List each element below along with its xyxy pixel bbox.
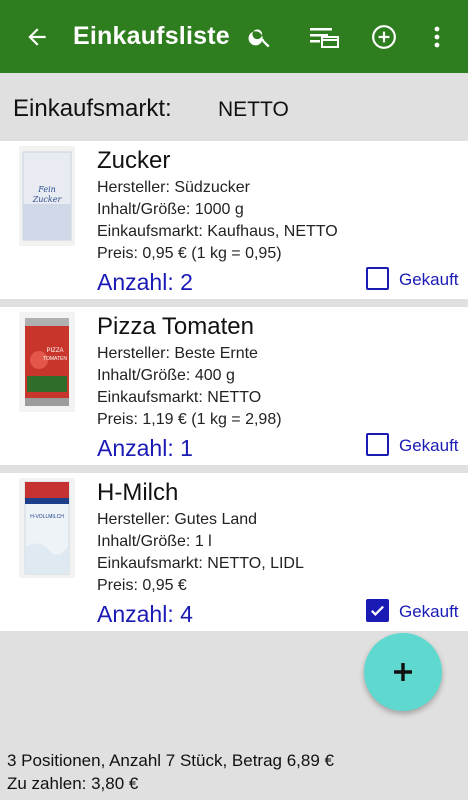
item-size: Inhalt/Größe: 1 l <box>97 533 212 550</box>
tomato-can-image: PIZZA TOMATEN <box>19 312 75 412</box>
item-name: Zucker <box>97 147 171 174</box>
milk-carton-image: H-VOLLMILCH <box>19 478 75 578</box>
item-quantity[interactable]: Anzahl: 4 <box>97 601 193 628</box>
item-quantity[interactable]: Anzahl: 1 <box>97 435 193 462</box>
item-price: Preis: 0,95 € (1 kg = 0,95) <box>97 245 282 262</box>
item-name: Pizza Tomaten <box>97 313 254 340</box>
plus-icon <box>394 663 412 681</box>
search-icon[interactable] <box>247 24 273 50</box>
check-icon <box>371 605 384 616</box>
svg-text:Zucker: Zucker <box>32 195 63 204</box>
market-label: Einkaufsmarkt: <box>13 95 172 122</box>
more-vert-icon[interactable] <box>430 24 444 50</box>
item-price: Preis: 1,19 € (1 kg = 2,98) <box>97 411 282 428</box>
bought-label[interactable]: Gekauft <box>399 436 459 456</box>
item-size: Inhalt/Größe: 1000 g <box>97 201 244 218</box>
page-title: Einkaufsliste <box>73 22 230 50</box>
bought-label[interactable]: Gekauft <box>399 602 459 622</box>
list-item[interactable]: H-VOLLMILCH H-Milch Hersteller: Gutes La… <box>0 473 468 631</box>
bought-checkbox[interactable] <box>366 433 389 456</box>
filter-list-icon[interactable] <box>308 24 340 50</box>
summary-text: 3 Positionen, Anzahl 7 Stück, Betrag 6,8… <box>7 751 334 770</box>
bought-checkbox[interactable] <box>366 267 389 290</box>
item-manufacturer: Hersteller: Beste Ernte <box>97 345 258 362</box>
market-header: Einkaufsmarkt: NETTO <box>0 73 468 140</box>
list-item[interactable]: Fein Zucker Zucker Hersteller: Südzucker… <box>0 141 468 299</box>
app-bar: Einkaufsliste <box>0 0 468 73</box>
summary-footer: 3 Positionen, Anzahl 7 Stück, Betrag 6,8… <box>7 749 334 795</box>
sugar-package-image: Fein Zucker <box>19 146 75 246</box>
amount-to-pay: Zu zahlen: 3,80 € <box>7 774 139 793</box>
svg-text:H-VOLLMILCH: H-VOLLMILCH <box>30 514 64 520</box>
item-market: Einkaufsmarkt: NETTO <box>97 389 262 406</box>
item-market: Einkaufsmarkt: NETTO, LIDL <box>97 555 304 572</box>
bought-label[interactable]: Gekauft <box>399 270 459 290</box>
svg-text:PIZZA: PIZZA <box>46 348 63 354</box>
item-price: Preis: 0,95 € <box>97 577 187 594</box>
item-name: H-Milch <box>97 479 179 506</box>
add-circle-icon[interactable] <box>371 24 397 50</box>
item-size: Inhalt/Größe: 400 g <box>97 367 235 384</box>
item-manufacturer: Hersteller: Südzucker <box>97 179 250 196</box>
item-quantity[interactable]: Anzahl: 2 <box>97 269 193 296</box>
bought-checkbox[interactable] <box>366 599 389 622</box>
list-item[interactable]: PIZZA TOMATEN Pizza Tomaten Hersteller: … <box>0 307 468 465</box>
svg-text:TOMATEN: TOMATEN <box>43 356 67 362</box>
add-item-button[interactable] <box>364 633 442 711</box>
item-market: Einkaufsmarkt: Kaufhaus, NETTO <box>97 223 338 240</box>
item-manufacturer: Hersteller: Gutes Land <box>97 511 258 528</box>
svg-text:Fein: Fein <box>37 185 56 194</box>
arrow-back-icon[interactable] <box>24 24 50 50</box>
market-value[interactable]: NETTO <box>218 98 289 122</box>
